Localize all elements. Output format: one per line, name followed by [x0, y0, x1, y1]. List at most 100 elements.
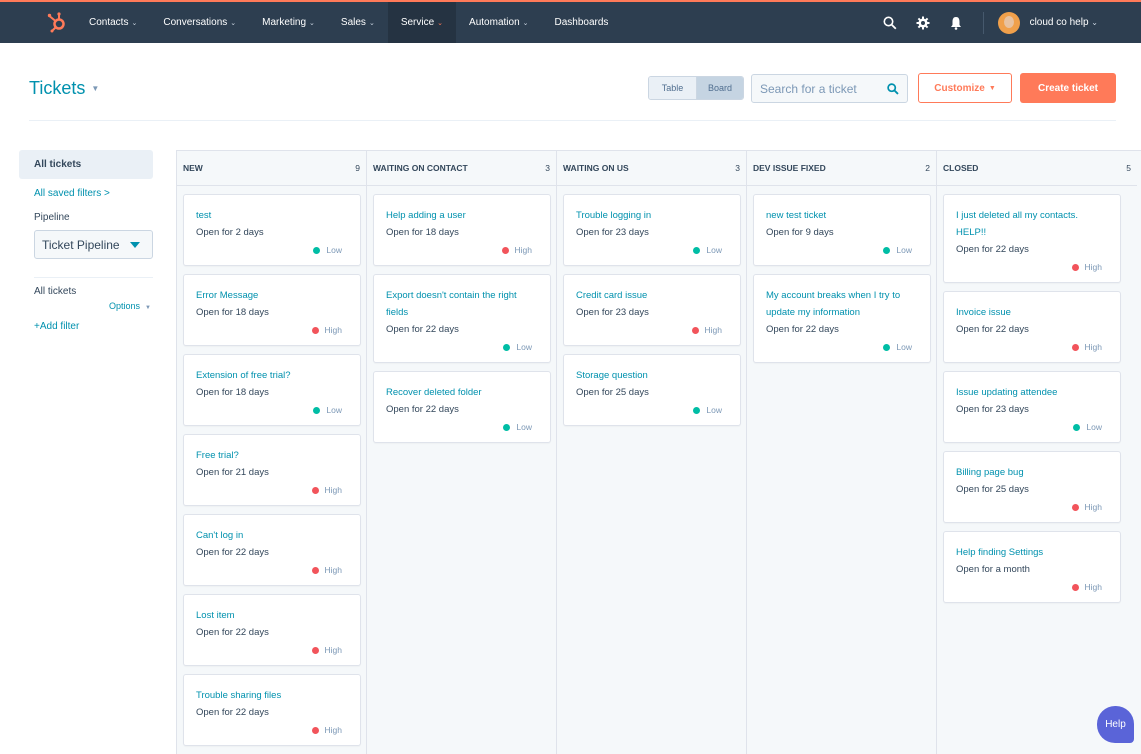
- ticket-title-link[interactable]: Storage question: [576, 367, 728, 384]
- ticket-title-link[interactable]: Lost item: [196, 607, 348, 624]
- ticket-card[interactable]: Export doesn't contain the right fields O…: [373, 274, 551, 363]
- ticket-title-link[interactable]: Error Message: [196, 287, 348, 304]
- priority-dot-icon: [313, 246, 321, 254]
- ticket-card[interactable]: Extension of free trial? Open for 18 days…: [183, 354, 361, 426]
- ticket-title-link[interactable]: Help adding a user: [386, 207, 538, 224]
- ticket-card[interactable]: Trouble sharing files Open for 22 days Hig…: [183, 674, 361, 746]
- options-dropdown[interactable]: Options ▼: [109, 301, 151, 311]
- ticket-card[interactable]: Help adding a user Open for 18 days High: [373, 194, 551, 266]
- ticket-card[interactable]: Storage question Open for 25 days Low: [563, 354, 741, 426]
- priority-dot-icon: [311, 646, 319, 654]
- priority-badge: Low: [576, 245, 728, 255]
- topbar-divider: [982, 11, 984, 34]
- priority-label: Low: [516, 342, 532, 352]
- priority-badge: Low: [576, 405, 728, 415]
- priority-label: Low: [706, 245, 722, 255]
- column-title: CLOSED: [943, 163, 979, 173]
- ticket-card[interactable]: Credit card issue Open for 23 days High: [563, 274, 741, 346]
- nav-item-sales[interactable]: Sales ⌄: [328, 2, 388, 43]
- page-title[interactable]: Tickets ▼: [29, 78, 99, 99]
- ticket-card[interactable]: My account breaks when I try to update m…: [753, 274, 931, 363]
- priority-label: High: [324, 485, 342, 495]
- ticket-title-link[interactable]: Trouble sharing files: [196, 687, 348, 704]
- column-title: NEW: [183, 163, 203, 173]
- ticket-title-link[interactable]: Trouble logging in: [576, 207, 728, 224]
- nav-item-contacts[interactable]: Contacts ⌄: [76, 2, 150, 43]
- ticket-age: Open for 18 days: [196, 387, 269, 398]
- ticket-title-link[interactable]: test: [196, 207, 348, 224]
- ticket-card[interactable]: Billing page bug Open for 25 days High: [943, 451, 1121, 523]
- filter-view-label: All tickets: [34, 286, 77, 297]
- priority-dot-icon: [693, 246, 701, 254]
- ticket-title-link[interactable]: Help finding Settings: [956, 544, 1108, 561]
- nav-item-dashboards[interactable]: Dashboards: [542, 2, 622, 43]
- ticket-title-link[interactable]: Can't log in: [196, 527, 348, 544]
- nav-item-marketing[interactable]: Marketing ⌄: [249, 2, 328, 43]
- sidebar-item-all-tickets[interactable]: All tickets: [19, 150, 153, 179]
- nav-item-conversations[interactable]: Conversations ⌄: [150, 2, 249, 43]
- column-header: WAITING ON CONTACT 3: [367, 151, 556, 186]
- ticket-card[interactable]: Help finding Settings Open for a month Hig…: [943, 531, 1121, 603]
- priority-label: High: [1084, 262, 1102, 272]
- create-ticket-button[interactable]: Create ticket: [1020, 73, 1116, 103]
- ticket-title-link[interactable]: My account breaks when I try to update m…: [766, 287, 918, 321]
- ticket-card[interactable]: Trouble logging in Open for 23 days Low: [563, 194, 741, 266]
- nav-item-automation[interactable]: Automation ⌄: [456, 2, 541, 43]
- ticket-title-link[interactable]: I just deleted all my contacts. HELP!!: [956, 207, 1108, 241]
- ticket-title-link[interactable]: Export doesn't contain the right fields: [386, 287, 538, 321]
- ticket-title-link[interactable]: Recover deleted folder: [386, 384, 538, 401]
- ticket-card[interactable]: Recover deleted folder Open for 22 days Lo…: [373, 371, 551, 443]
- search-input[interactable]: Search for a ticket: [751, 74, 908, 103]
- priority-badge: High: [956, 262, 1108, 272]
- all-saved-filters-link[interactable]: All saved filters >: [34, 188, 110, 199]
- ticket-title-link[interactable]: Billing page bug: [956, 464, 1108, 481]
- column-count: 2: [925, 163, 930, 173]
- account-menu[interactable]: cloud co help ⌄: [1030, 17, 1098, 28]
- ticket-card[interactable]: test Open for 2 days Low: [183, 194, 361, 266]
- column-header: NEW 9: [177, 151, 366, 186]
- customize-button[interactable]: Customize ▼: [918, 73, 1012, 103]
- avatar[interactable]: [997, 11, 1020, 34]
- ticket-title-link[interactable]: Credit card issue: [576, 287, 728, 304]
- priority-dot-icon: [883, 246, 891, 254]
- board-view-button[interactable]: Board: [696, 77, 743, 99]
- priority-dot-icon: [1071, 343, 1079, 351]
- bell-icon[interactable]: [940, 2, 973, 43]
- priority-dot-icon: [313, 406, 321, 414]
- ticket-age: Open for 18 days: [196, 307, 269, 318]
- chevron-down-icon: ⌄: [131, 19, 138, 27]
- ticket-title-link[interactable]: Free trial?: [196, 447, 348, 464]
- search-icon[interactable]: [879, 82, 907, 95]
- chevron-down-icon: ⌄: [309, 19, 315, 27]
- table-view-button[interactable]: Table: [649, 77, 696, 99]
- ticket-title-link[interactable]: Extension of free trial?: [196, 367, 348, 384]
- topbar-right: cloud co help ⌄: [874, 2, 1141, 43]
- ticket-card[interactable]: Lost item Open for 22 days High: [183, 594, 361, 666]
- card-list: test Open for 2 days Low Error Message Open …: [177, 186, 366, 746]
- column-header: WAITING ON US 3: [557, 151, 746, 186]
- ticket-card[interactable]: Error Message Open for 18 days High: [183, 274, 361, 346]
- ticket-card[interactable]: new test ticket Open for 9 days Low: [753, 194, 931, 266]
- search-icon[interactable]: [874, 2, 907, 43]
- ticket-card[interactable]: Can't log in Open for 22 days High: [183, 514, 361, 586]
- nav-item-service[interactable]: Service ⌄: [387, 2, 457, 43]
- ticket-age: Open for 21 days: [196, 467, 269, 478]
- ticket-card[interactable]: Issue updating attendee Open for 23 days L…: [943, 371, 1121, 443]
- ticket-card[interactable]: Invoice issue Open for 22 days High: [943, 291, 1121, 363]
- priority-badge: High: [196, 565, 348, 575]
- sidebar-divider: [34, 277, 153, 278]
- ticket-title-link[interactable]: new test ticket: [766, 207, 918, 224]
- ticket-card[interactable]: I just deleted all my contacts. HELP!! Op…: [943, 194, 1121, 283]
- column-title: WAITING ON US: [563, 163, 629, 173]
- board-column: WAITING ON US 3 Trouble logging in Open for…: [557, 151, 747, 754]
- ticket-card[interactable]: Free trial? Open for 21 days High: [183, 434, 361, 506]
- gear-icon[interactable]: [907, 2, 940, 43]
- hubspot-logo-icon[interactable]: [46, 11, 68, 33]
- priority-label: High: [324, 325, 342, 335]
- ticket-title-link[interactable]: Issue updating attendee: [956, 384, 1108, 401]
- ticket-title-link[interactable]: Invoice issue: [956, 304, 1108, 321]
- help-button[interactable]: Help: [1097, 706, 1134, 743]
- add-filter-button[interactable]: +Add filter: [34, 321, 79, 332]
- pipeline-select[interactable]: Ticket Pipeline: [34, 230, 153, 259]
- priority-label: Low: [326, 245, 342, 255]
